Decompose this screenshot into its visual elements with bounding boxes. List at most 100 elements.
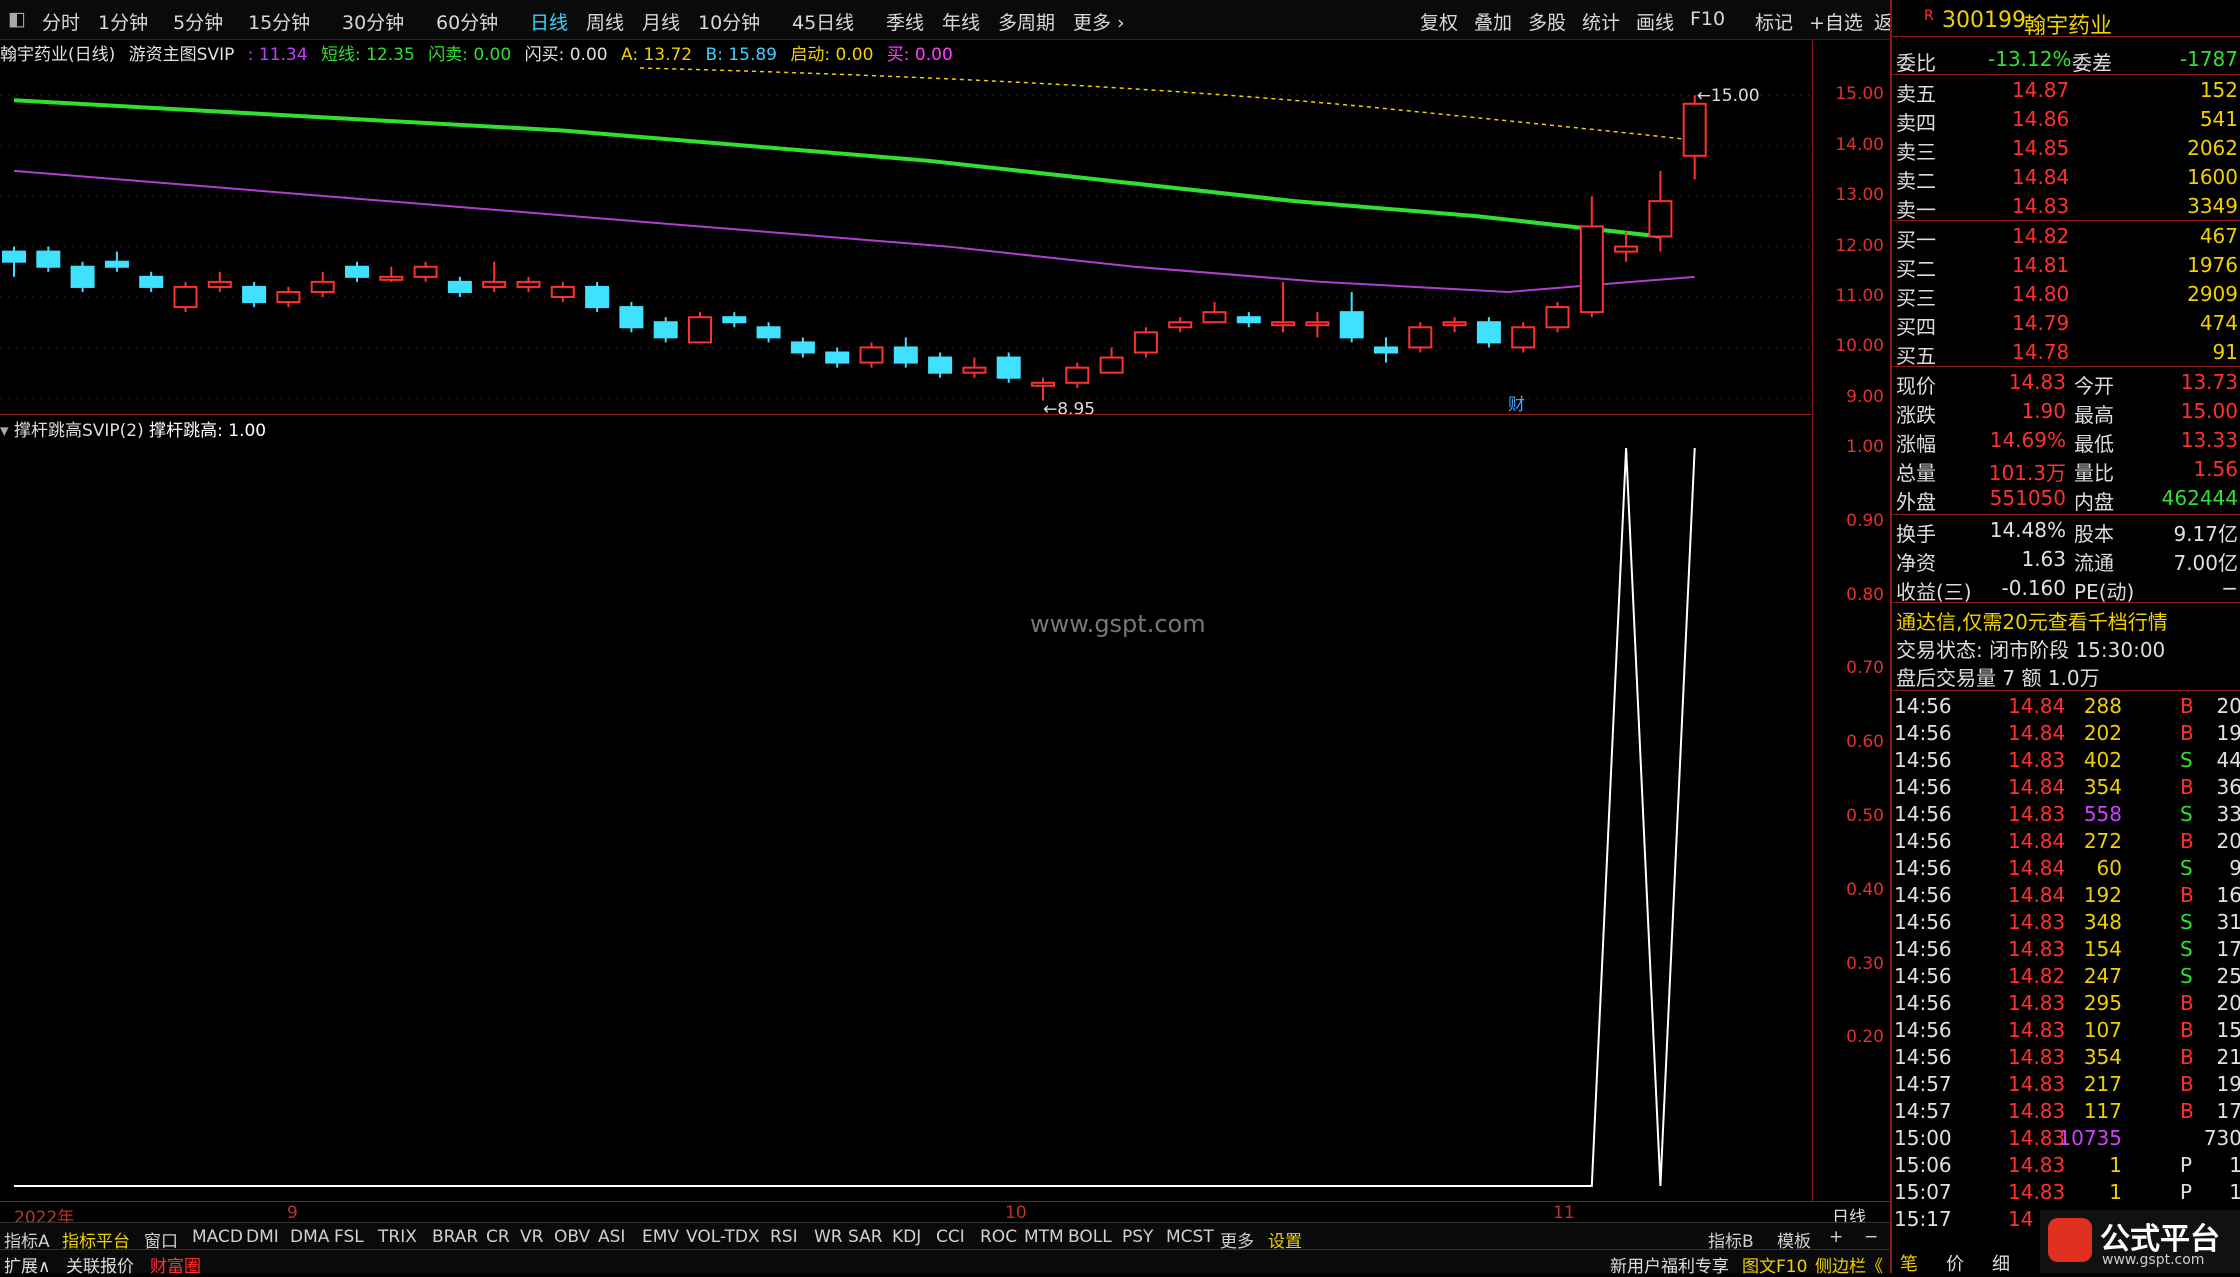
f10-button[interactable]: 图文F10: [1742, 1252, 1807, 1277]
tab-right-3[interactable]: −: [1864, 1227, 1878, 1247]
level-label: 买三: [1896, 286, 1936, 310]
tick-volume: 558: [2083, 802, 2122, 826]
detail-tab-2[interactable]: 细: [1992, 1250, 2010, 1276]
period-tab-0[interactable]: 分时: [42, 8, 80, 35]
stat-label-2: 最低: [2074, 432, 2114, 456]
indicator-tab-17[interactable]: SAR: [848, 1227, 883, 1247]
stat-value-2: 13.73: [2180, 370, 2238, 394]
tool-button-3[interactable]: 统计: [1582, 8, 1620, 35]
tool-button-5[interactable]: F10: [1690, 8, 1725, 30]
window-icon[interactable]: ◧: [8, 8, 26, 30]
candle-body: [962, 366, 987, 374]
indicator-tab-5[interactable]: DMA: [290, 1227, 329, 1247]
tool-button-6[interactable]: 标记: [1755, 8, 1793, 35]
detail-tab-1[interactable]: 价: [1946, 1250, 1964, 1276]
stock-header: R 300199 翰宇药业: [1892, 6, 2240, 39]
candlestick-chart[interactable]: ←15.00 ←8.95 财: [0, 40, 1812, 415]
indicator-tab-22[interactable]: BOLL: [1068, 1227, 1112, 1247]
tick-count: 730: [2203, 1126, 2240, 1150]
tick-time: 14:57: [1894, 1072, 1952, 1096]
tick-count: 20: [2216, 829, 2240, 853]
indicator-tab-3[interactable]: MACD: [192, 1227, 243, 1247]
indicator-tab-7[interactable]: TRIX: [378, 1227, 417, 1247]
candle-body: [1545, 306, 1570, 329]
period-tab-7[interactable]: 周线: [586, 8, 624, 35]
sub-indicator-name[interactable]: 撑杆跳高SVIP(2): [14, 421, 144, 441]
candle-body: [1511, 326, 1536, 349]
period-tab-4[interactable]: 30分钟: [342, 8, 404, 35]
period-tab-10[interactable]: 45日线: [792, 8, 854, 35]
tab-right-2[interactable]: +: [1829, 1227, 1843, 1247]
candle-body: [859, 346, 884, 364]
indicator-tab-11[interactable]: OBV: [554, 1227, 590, 1247]
indicator-tab-20[interactable]: ROC: [980, 1227, 1017, 1247]
sub-indicator-chart[interactable]: [0, 416, 1812, 1201]
period-tab-6[interactable]: 日线: [530, 8, 568, 35]
indicator-tab-24[interactable]: MCST: [1166, 1227, 1214, 1247]
tool-button-4[interactable]: 画线: [1636, 8, 1674, 35]
tool-button-7[interactable]: +自选: [1809, 8, 1863, 35]
indicator-tab-16[interactable]: WR: [814, 1227, 843, 1247]
stat-value-2: 15.00: [2180, 399, 2238, 423]
stock-code: 300199: [1942, 8, 2026, 33]
tool-button-0[interactable]: 复权: [1420, 8, 1458, 35]
expand-button[interactable]: 扩展∧: [4, 1252, 50, 1277]
stat-value: 551050: [1989, 486, 2066, 510]
tick-direction: P: [2180, 1153, 2193, 1177]
stat-value: 14.69%: [1989, 428, 2066, 452]
tick-price: 14.83: [2008, 1126, 2066, 1150]
tool-button-1[interactable]: 叠加: [1474, 8, 1512, 35]
tick-volume: 402: [2083, 748, 2122, 772]
tick-time: 14:56: [1894, 991, 1952, 1015]
period-tab-5[interactable]: 60分钟: [436, 8, 498, 35]
indicator-tab-13[interactable]: EMV: [642, 1227, 679, 1247]
indicator-tab-8[interactable]: BRAR: [432, 1227, 478, 1247]
site-logo: 公式平台 www.gspt.com: [2040, 1210, 2240, 1273]
promo-link[interactable]: 通达信,仅需20元查看千档行情: [1896, 606, 2168, 635]
new-user-promo[interactable]: 新用户福利专享: [1610, 1252, 1729, 1277]
wealth-circle-button[interactable]: 财富圈: [150, 1252, 201, 1277]
tick-row: 14:56 14.84 60 S 9: [1892, 854, 2240, 882]
tick-time: 14:56: [1894, 910, 1952, 934]
indicator-tab-9[interactable]: CR: [486, 1227, 510, 1247]
stat-label-2: 股本: [2074, 522, 2114, 546]
indicator-tab-21[interactable]: MTM: [1024, 1227, 1064, 1247]
candle-body: [688, 316, 712, 344]
tick-count: 36: [2216, 775, 2240, 799]
sell-level-4: 卖一 14.83 3349: [1892, 192, 2240, 222]
stat-label: 总量: [1896, 461, 1936, 485]
related-quote-button[interactable]: 关联报价: [66, 1252, 134, 1277]
detail-tab-0[interactable]: 笔: [1900, 1250, 1918, 1276]
indicator-tab-23[interactable]: PSY: [1122, 1227, 1153, 1247]
tool-button-2[interactable]: 多股: [1528, 8, 1566, 35]
stat-row-2: 涨幅 14.69% 最低 13.33: [1892, 426, 2240, 456]
indicator-tab-14[interactable]: VOL-TDX: [686, 1227, 760, 1247]
period-tab-8[interactable]: 月线: [642, 8, 680, 35]
level-label: 买二: [1896, 257, 1936, 281]
sub-tick-2: 0.80: [1846, 584, 1884, 605]
resistance-line: [639, 67, 1691, 141]
period-tab-3[interactable]: 15分钟: [248, 8, 310, 35]
indicator-tab-19[interactable]: CCI: [936, 1227, 965, 1247]
sidebar-toggle[interactable]: 侧边栏《: [1815, 1252, 1883, 1277]
tick-time: 15:17: [1894, 1207, 1952, 1231]
period-tab-2[interactable]: 5分钟: [173, 8, 223, 35]
period-tab-1[interactable]: 1分钟: [98, 8, 148, 35]
period-tab-9[interactable]: 10分钟: [698, 8, 760, 35]
tick-direction: B: [2180, 1099, 2194, 1123]
indicator-tab-6[interactable]: FSL: [334, 1227, 364, 1247]
collapse-icon[interactable]: ▾: [0, 421, 9, 441]
indicator-tab-12[interactable]: ASI: [598, 1227, 625, 1247]
candle-body: [276, 290, 301, 304]
candle-body: [1236, 316, 1261, 324]
indicator-tab-18[interactable]: KDJ: [892, 1227, 921, 1247]
period-tab-14[interactable]: 更多 ›: [1073, 8, 1125, 35]
period-tab-12[interactable]: 年线: [942, 8, 980, 35]
level-label: 卖五: [1896, 82, 1936, 106]
tick-count: 19: [2216, 721, 2240, 745]
period-tab-11[interactable]: 季线: [886, 8, 924, 35]
period-tab-13[interactable]: 多周期: [998, 8, 1055, 35]
indicator-tab-4[interactable]: DMI: [246, 1227, 279, 1247]
indicator-tab-15[interactable]: RSI: [770, 1227, 798, 1247]
indicator-tab-10[interactable]: VR: [520, 1227, 543, 1247]
